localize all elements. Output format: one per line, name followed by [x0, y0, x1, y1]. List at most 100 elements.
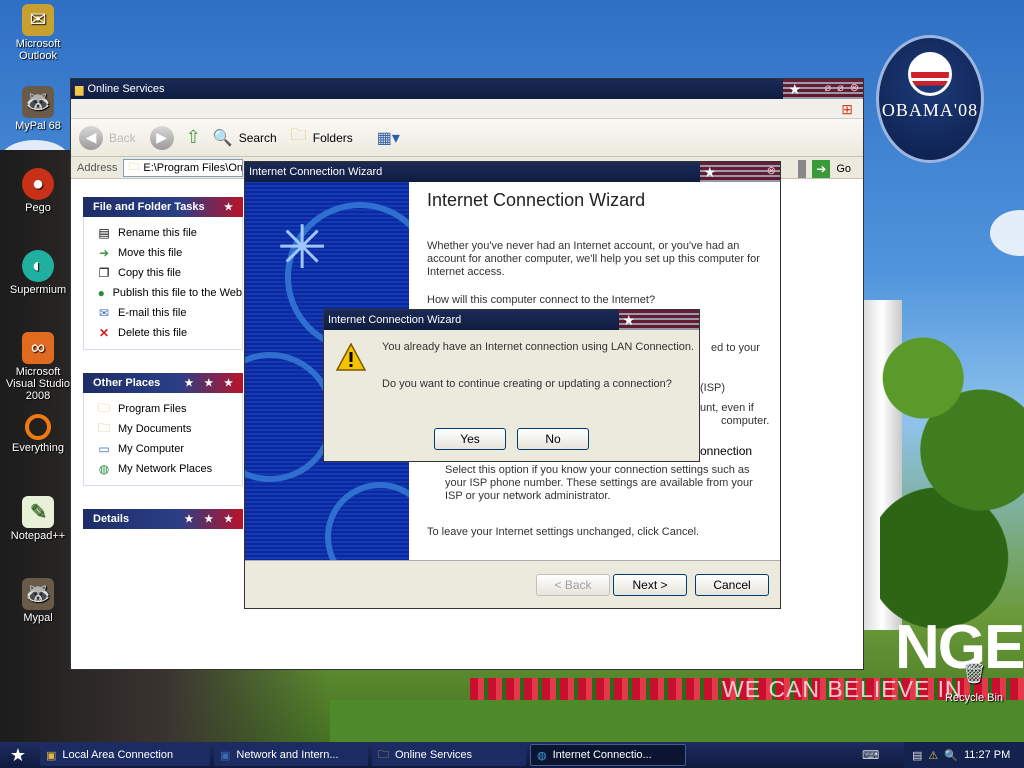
- place-network[interactable]: ◍ My Network Places: [96, 459, 242, 479]
- desktop-icon-pego[interactable]: ● Pego: [0, 168, 76, 214]
- close-button[interactable]: ⊗: [850, 81, 859, 94]
- views-icon[interactable]: ▦▾: [377, 128, 400, 148]
- task-label: Internet Connectio...: [552, 749, 652, 761]
- network-icon: ◍: [98, 462, 110, 476]
- desktop-icon-mypal68[interactable]: 🦝 MyPal 68: [0, 86, 76, 132]
- start-button[interactable]: ★: [0, 742, 36, 768]
- folder-icon: 🗀: [378, 748, 389, 761]
- file-tasks-heading[interactable]: File and Folder Tasks ★: [83, 197, 243, 217]
- task-local-area-connection[interactable]: ▣ Local Area Connection: [40, 744, 210, 766]
- cancel-button[interactable]: Cancel: [695, 574, 769, 596]
- minimize-button[interactable]: ⌀: [825, 81, 832, 94]
- wallpaper-tagline: WE CAN BELIEVE IN: [722, 676, 963, 702]
- wallpaper-lawn: [330, 700, 1024, 745]
- wizard-intro: Whether you've never had an Internet acc…: [427, 240, 760, 278]
- computer-icon: ▭: [98, 442, 110, 456]
- task-label: Online Services: [395, 749, 473, 761]
- task-label: Delete this file: [118, 327, 188, 339]
- desktop-icon-label: Notepad++: [10, 530, 66, 542]
- everything-icon: [25, 414, 51, 440]
- task-email[interactable]: ✉ E-mail this file: [96, 303, 242, 323]
- documents-icon: 🗀: [97, 420, 110, 435]
- outlook-icon: ✉: [22, 4, 54, 36]
- no-button[interactable]: No: [517, 428, 589, 450]
- obama-logo-icon: [908, 52, 952, 96]
- task-publish[interactable]: ● Publish this file to the Web: [96, 283, 242, 303]
- other-places-pane: Other Places ★ ★ ★ 🗀 Program Files 🗀 My Do…: [83, 373, 243, 486]
- window-title: Online Services: [87, 83, 165, 95]
- stars-icon: ★ ★ ★: [184, 513, 237, 525]
- next-button[interactable]: Next >: [613, 574, 687, 596]
- desktop-icon-label: Microsoft Outlook: [15, 38, 61, 62]
- details-pane: Details ★ ★ ★: [83, 509, 243, 529]
- address-input[interactable]: 🗀 E:\Program Files\Online: [123, 158, 244, 177]
- desktop-icon-label: Recycle Bin: [944, 692, 1004, 704]
- task-label: Rename this file: [118, 227, 197, 239]
- wallpaper-trees: [880, 270, 1024, 630]
- yes-button[interactable]: Yes: [434, 428, 506, 450]
- desktop-icon-visual-studio[interactable]: ∞ Microsoft Visual Studio 2008: [0, 332, 76, 402]
- task-move[interactable]: ➜ Move this file: [96, 243, 242, 263]
- desktop-icon-recycle-bin[interactable]: 🗑 Recycle Bin: [936, 658, 1012, 704]
- task-delete[interactable]: ✕ Delete this file: [96, 323, 242, 343]
- task-internet-connection[interactable]: ◍ Internet Connectio...: [530, 744, 686, 766]
- desktop-icon-mypal[interactable]: 🦝 Mypal: [0, 578, 76, 624]
- task-network-internet[interactable]: ▣ Network and Intern...: [214, 744, 368, 766]
- desktop-icon-label: Supermium: [9, 284, 67, 296]
- place-my-documents[interactable]: 🗀 My Documents: [96, 419, 242, 439]
- wizard-title: Internet Connection Wizard: [249, 166, 383, 178]
- wizard-hidden-text: ed to your: [711, 342, 760, 354]
- place-label: Program Files: [118, 403, 187, 415]
- network-icon: ▣: [46, 749, 57, 762]
- desktop-icon-notepadpp[interactable]: ✎ Notepad++: [0, 496, 76, 542]
- desktop-icon-everything[interactable]: Everything: [0, 414, 76, 454]
- place-program-files[interactable]: 🗀 Program Files: [96, 399, 242, 419]
- network-icon: ▣: [220, 749, 231, 762]
- task-copy[interactable]: ❐ Copy this file: [96, 263, 242, 283]
- up-folder-icon[interactable]: ⇧: [186, 127, 201, 148]
- wizard-question: How will this computer connect to the In…: [427, 294, 656, 306]
- task-label: Move this file: [118, 247, 183, 259]
- go-arrow-icon: ➔: [812, 160, 831, 178]
- dialog-titlebar[interactable]: Internet Connection Wizard ★: [324, 310, 699, 330]
- task-online-services[interactable]: 🗀 Online Services: [372, 744, 526, 766]
- place-label: My Documents: [118, 423, 192, 435]
- task-label: E-mail this file: [118, 307, 187, 319]
- confirm-dialog: Internet Connection Wizard ★ You already…: [323, 309, 700, 462]
- toolbar: ◀ Back ▶ ⇧ 🔍 Search 🗀 Folders ▦▾: [71, 119, 863, 157]
- search-tray-icon[interactable]: 🔍: [944, 749, 958, 762]
- task-rename[interactable]: ▤ Rename this file: [96, 223, 242, 243]
- email-icon: ✉: [98, 306, 110, 320]
- star-icon: ★: [788, 81, 801, 97]
- folder-icon: 🗀: [128, 161, 140, 173]
- task-label: Local Area Connection: [62, 749, 174, 761]
- desktop-icon-supermium[interactable]: ◐ Supermium: [0, 250, 76, 296]
- other-places-heading[interactable]: Other Places ★ ★ ★: [83, 373, 243, 393]
- back-button[interactable]: ◀: [79, 125, 103, 150]
- folders-button[interactable]: Folders: [313, 131, 353, 145]
- network-tray-icon[interactable]: ▤: [912, 749, 922, 762]
- pane-heading-label: File and Folder Tasks: [93, 201, 205, 213]
- address-dropdown[interactable]: [798, 160, 807, 178]
- security-tray-icon[interactable]: ⚠: [928, 749, 938, 762]
- pane-heading-label: Other Places: [93, 377, 161, 389]
- search-button[interactable]: Search: [239, 131, 277, 145]
- recycle-bin-icon: 🗑: [961, 663, 987, 685]
- wizard-titlebar[interactable]: Internet Connection Wizard ★ ⊗: [245, 162, 780, 182]
- forward-button[interactable]: ▶: [149, 125, 174, 150]
- star-icon: ★: [622, 312, 635, 328]
- details-heading[interactable]: Details ★ ★ ★: [83, 509, 243, 529]
- maximize-button[interactable]: ⌀: [837, 81, 844, 94]
- explorer-titlebar[interactable]: ▆ Online Services ★ ⌀ ⌀ ⊗: [71, 79, 863, 99]
- back-label: Back: [109, 130, 136, 145]
- place-my-computer[interactable]: ▭ My Computer: [96, 439, 242, 459]
- star-icon: ★: [703, 164, 716, 180]
- close-button[interactable]: ⊗: [767, 164, 776, 177]
- cloud: [990, 210, 1024, 256]
- keyboard-icon[interactable]: ⌨: [862, 748, 879, 762]
- go-button[interactable]: ➔ Go: [798, 160, 851, 178]
- folder-icon: 🗀: [97, 400, 110, 415]
- desktop-icon-outlook[interactable]: ✉ Microsoft Outlook: [0, 4, 76, 62]
- back-button[interactable]: < Back: [536, 574, 610, 596]
- notepadpp-icon: ✎: [22, 496, 54, 528]
